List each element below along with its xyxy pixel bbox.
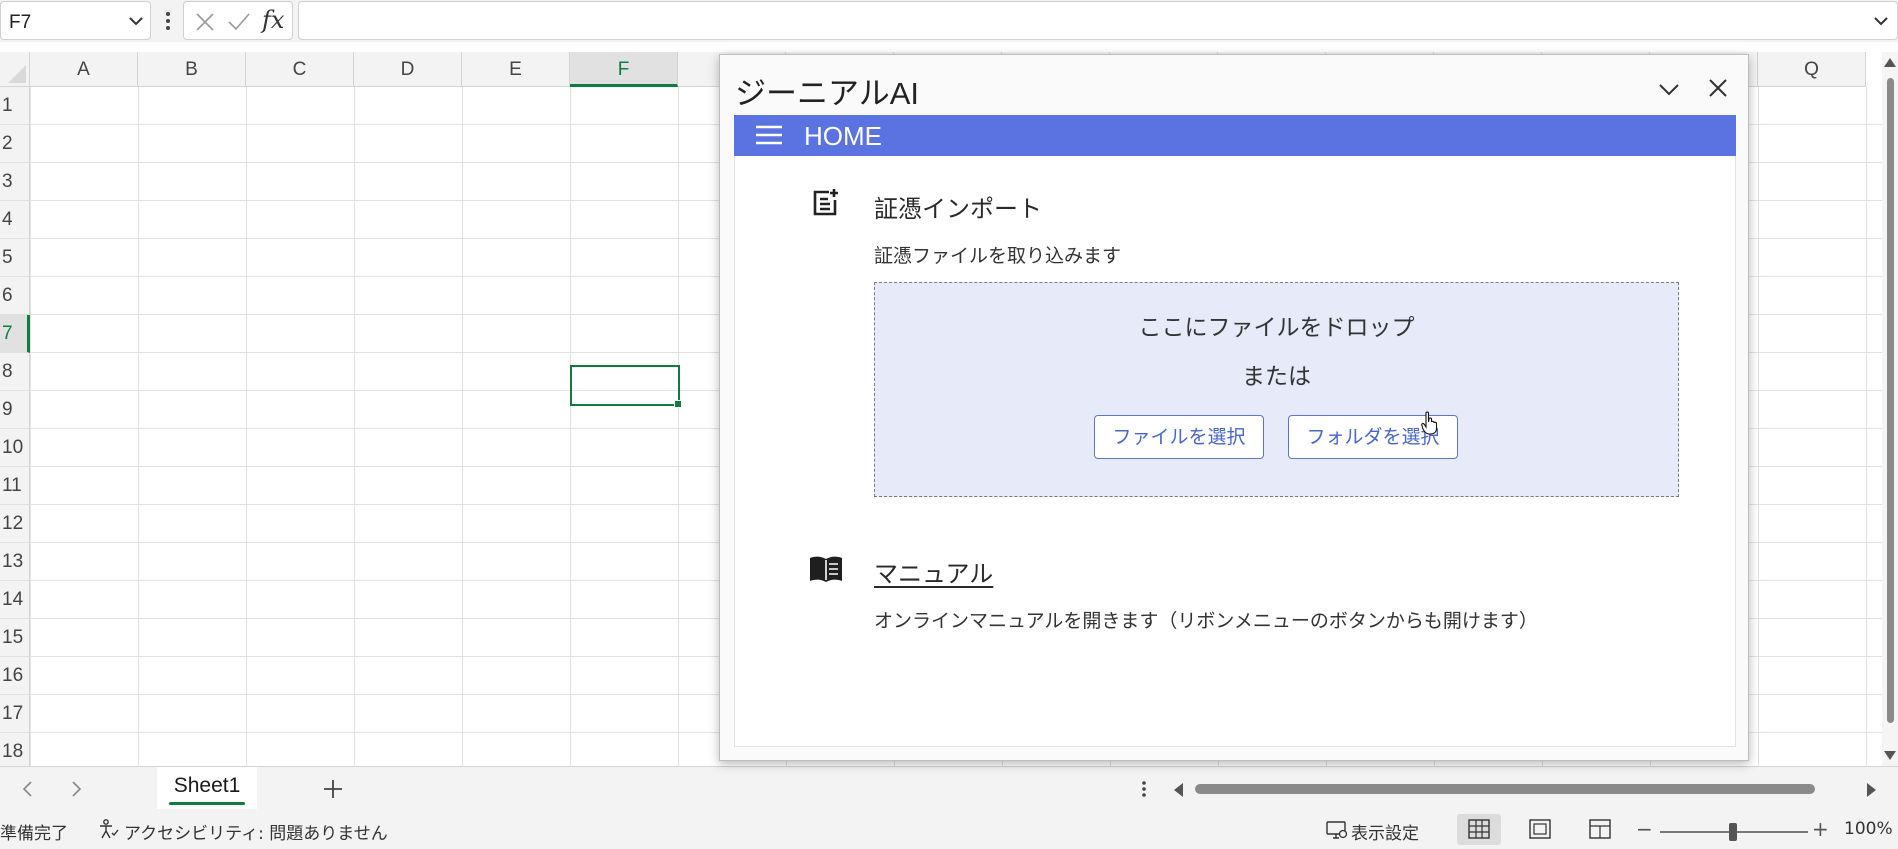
row-header[interactable]: 13 <box>0 543 30 581</box>
page-break-preview-icon <box>1589 819 1611 839</box>
vertical-scrollbar[interactable] <box>1882 52 1898 766</box>
row-header[interactable]: 2 <box>0 125 30 163</box>
manual-link[interactable]: マニュアル <box>874 554 993 589</box>
name-box[interactable]: F7 <box>0 1 151 40</box>
row-header[interactable]: 12 <box>0 505 30 543</box>
row-header[interactable]: 6 <box>0 277 30 315</box>
row-header[interactable]: 15 <box>0 619 30 657</box>
expand-formula-bar-icon[interactable] <box>1871 11 1891 31</box>
import-section-title: 証憑インポート <box>874 195 1042 223</box>
chevron-down-icon[interactable] <box>126 11 146 31</box>
column-header[interactable]: F <box>570 52 678 87</box>
manual-section-description: オンラインマニュアルを開きます（リボンメニューのボタンからも開けます） <box>874 610 1538 632</box>
horizontal-scroll-thumb[interactable] <box>1195 784 1815 794</box>
page-layout-view-button[interactable] <box>1518 814 1562 845</box>
zoom-slider-thumb[interactable] <box>1729 823 1737 841</box>
column-header[interactable]: B <box>138 52 246 87</box>
row-header[interactable]: 3 <box>0 163 30 201</box>
addin-task-pane: ジーニアルAI HOME 証憑インポート 証憑ファイルを取り込みます ここにファ… <box>719 54 1749 761</box>
row-header[interactable]: 17 <box>0 695 30 733</box>
scroll-up-arrow[interactable] <box>1884 58 1896 67</box>
previous-sheet-icon[interactable] <box>18 779 38 799</box>
post-add-icon <box>813 189 838 216</box>
name-box-value: F7 <box>9 12 32 33</box>
close-icon[interactable] <box>1707 77 1729 99</box>
more-vertical-icon[interactable] <box>1136 779 1152 799</box>
pane-header-title: HOME <box>804 121 882 151</box>
row-header[interactable]: 18 <box>0 733 30 766</box>
row-header[interactable]: 8 <box>0 353 30 391</box>
page-break-view-button[interactable] <box>1578 814 1622 845</box>
display-settings-button[interactable]: 表示設定 <box>1351 819 1419 844</box>
drop-zone-text: ここにファイルをドロップ <box>1138 315 1415 341</box>
zoom-out-button[interactable]: − <box>1636 817 1653 841</box>
formula-input[interactable] <box>298 1 1898 40</box>
column-header[interactable]: A <box>30 52 138 87</box>
column-header[interactable]: C <box>246 52 354 87</box>
row-header[interactable]: 7 <box>0 315 30 353</box>
vertical-scroll-thumb[interactable] <box>1887 78 1894 723</box>
drop-zone-or-text: または <box>1242 364 1311 390</box>
hamburger-menu-icon[interactable] <box>755 125 783 145</box>
scroll-down-arrow[interactable] <box>1884 751 1896 760</box>
active-tab-indicator <box>169 802 245 805</box>
accessibility-icon[interactable] <box>98 818 120 840</box>
display-settings-icon[interactable] <box>1325 819 1349 841</box>
row-header[interactable]: 9 <box>0 391 30 429</box>
row-header[interactable]: 11 <box>0 467 30 505</box>
column-header[interactable]: Q <box>1758 52 1866 87</box>
check-icon[interactable] <box>227 11 251 33</box>
scroll-right-arrow[interactable] <box>1867 783 1876 797</box>
sheet-tab[interactable]: Sheet1 <box>157 767 257 809</box>
row-header[interactable]: 4 <box>0 201 30 239</box>
sheet-tabs-bar: Sheet1 <box>0 766 1898 810</box>
zoom-in-button[interactable]: + <box>1812 817 1829 841</box>
sheet-tab-label: Sheet1 <box>173 774 241 797</box>
more-vertical-icon[interactable] <box>158 9 178 33</box>
scroll-left-arrow[interactable] <box>1174 783 1183 797</box>
cancel-icon[interactable] <box>194 11 216 33</box>
pane-content: 証憑インポート 証憑ファイルを取り込みます ここにファイルをドロップ または フ… <box>734 156 1736 747</box>
next-sheet-icon[interactable] <box>66 779 86 799</box>
import-section-description: 証憑ファイルを取り込みます <box>874 245 1122 267</box>
accessibility-status[interactable]: アクセシビリティ: 問題ありません <box>124 819 388 844</box>
zoom-level[interactable]: 100% <box>1844 819 1893 839</box>
horizontal-scrollbar[interactable] <box>1170 775 1880 803</box>
formula-bar: F7 fx <box>0 0 1898 42</box>
row-header[interactable]: 14 <box>0 581 30 619</box>
row-header[interactable]: 16 <box>0 657 30 695</box>
chevron-down-icon[interactable] <box>1656 79 1682 99</box>
normal-view-icon <box>1468 819 1490 839</box>
file-drop-zone[interactable]: ここにファイルをドロップ または ファイルを選択 フォルダを選択 <box>874 282 1679 497</box>
formula-controls: fx <box>183 1 293 40</box>
column-header[interactable]: E <box>462 52 570 87</box>
pane-header-bar: HOME <box>734 115 1736 156</box>
menu-book-icon <box>810 556 842 582</box>
pane-title: ジーニアルAI <box>735 76 919 111</box>
column-header[interactable]: D <box>354 52 462 87</box>
select-file-button[interactable]: ファイルを選択 <box>1094 415 1264 459</box>
add-sheet-icon[interactable] <box>321 777 345 801</box>
normal-view-button[interactable] <box>1457 814 1501 845</box>
status-bar: 準備完了 アクセシビリティ: 問題ありません 表示設定 − + 100% <box>0 810 1898 849</box>
page-layout-icon <box>1529 819 1551 839</box>
status-ready: 準備完了 <box>0 824 68 844</box>
insert-function-button[interactable]: fx <box>262 6 284 34</box>
row-header[interactable]: 5 <box>0 239 30 277</box>
row-header[interactable]: 1 <box>0 87 30 125</box>
hand-cursor-icon <box>1421 411 1438 435</box>
row-header[interactable]: 10 <box>0 429 30 467</box>
select-all-button[interactable] <box>0 52 30 87</box>
active-cell[interactable] <box>570 365 682 408</box>
